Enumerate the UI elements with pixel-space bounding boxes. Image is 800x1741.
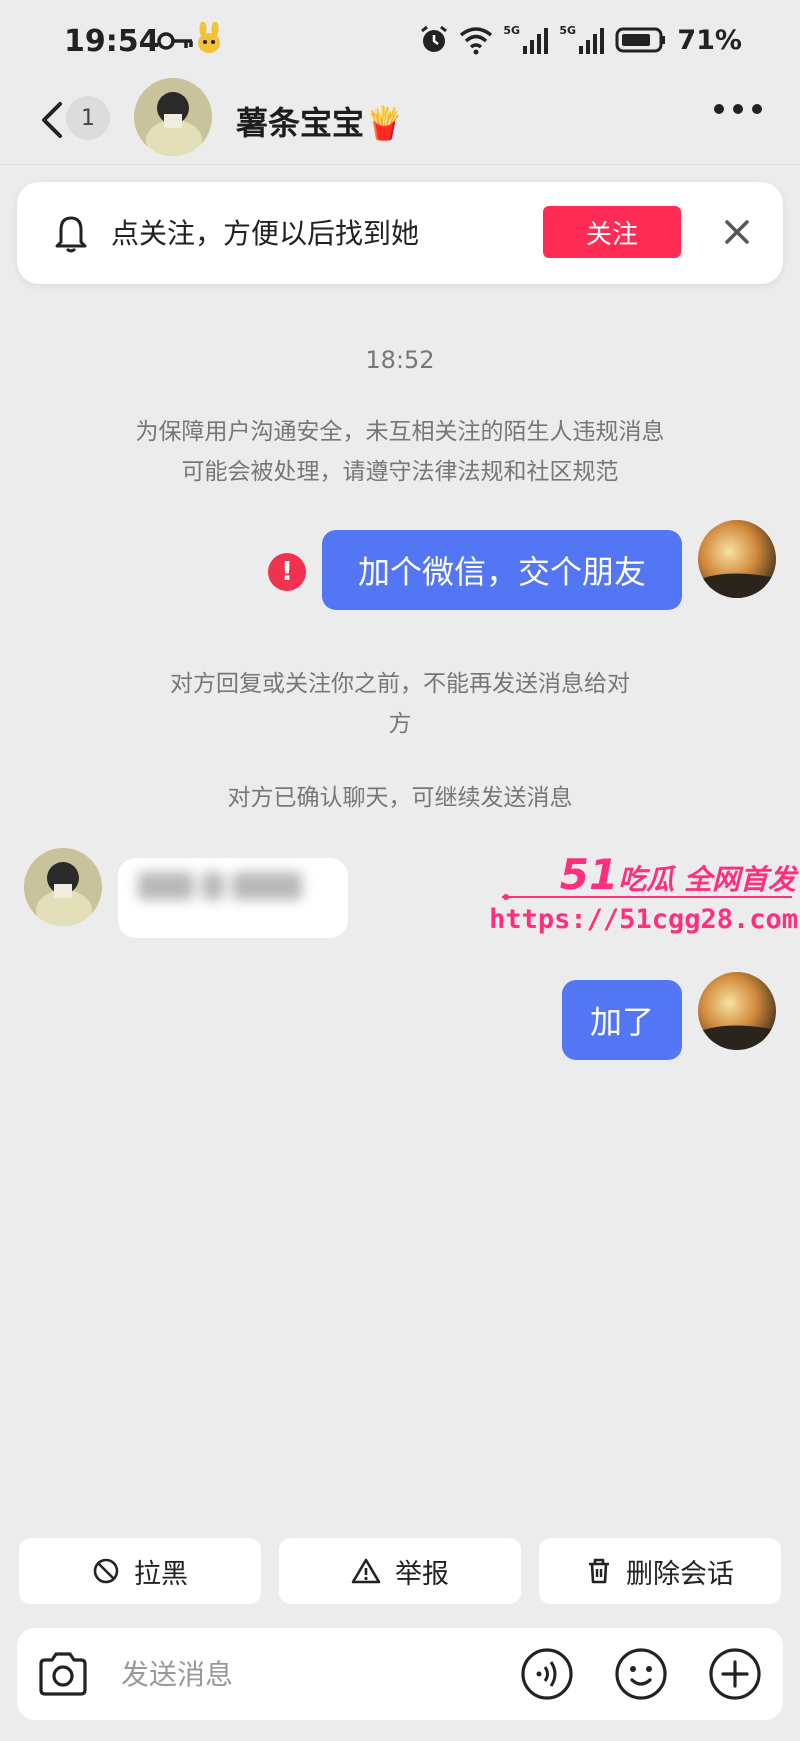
system-notice-2: 对方已确认聊天，可继续发送消息 bbox=[227, 785, 573, 811]
safety-notice-line-2: 可能会被处理，请遵守法律法规和社区规范 bbox=[181, 459, 619, 485]
contact-name[interactable]: 薯条宝宝🍟 bbox=[236, 98, 404, 144]
sent-message-bubble-2[interactable]: 加了 bbox=[562, 980, 682, 1060]
status-time: 19:54 bbox=[64, 24, 160, 59]
status-bar: 19:54 5G 5G 71% bbox=[0, 18, 800, 66]
report-button[interactable]: 举报 bbox=[279, 1538, 521, 1604]
alarm-icon bbox=[421, 25, 448, 52]
signal-icon-2: 5G bbox=[559, 24, 605, 56]
safety-notice-line-1: 为保障用户沟通安全，未互相关注的陌生人违规消息 bbox=[135, 419, 665, 445]
follow-prompt-text: 点关注，方便以后找到她 bbox=[111, 217, 420, 250]
block-icon bbox=[93, 1558, 119, 1584]
follow-banner: 点关注，方便以后找到她 关注 bbox=[17, 182, 783, 284]
send-failed-icon[interactable]: ! bbox=[268, 553, 306, 591]
sent-message-bubble[interactable]: 加个微信，交个朋友 bbox=[322, 530, 682, 610]
emoji-icon[interactable] bbox=[613, 1646, 669, 1702]
close-icon[interactable] bbox=[721, 216, 753, 248]
follow-button[interactable]: 关注 bbox=[543, 206, 681, 258]
plus-icon[interactable] bbox=[707, 1646, 763, 1702]
my-avatar-2[interactable] bbox=[698, 972, 776, 1050]
system-notice-1-line-1: 对方回复或关注你之前，不能再发送消息给对 bbox=[170, 671, 630, 697]
back-icon[interactable] bbox=[38, 100, 66, 140]
block-button[interactable]: 拉黑 bbox=[19, 1538, 261, 1604]
watermark: 51吃瓜 全网首发 https://51cgg28.com bbox=[489, 850, 800, 950]
system-notice-1-line-2: 方 bbox=[388, 711, 412, 737]
voice-icon[interactable] bbox=[519, 1646, 575, 1702]
more-options-icon[interactable] bbox=[714, 104, 762, 114]
watermark-title: 51吃瓜 全网首发 bbox=[559, 850, 796, 899]
contact-avatar[interactable] bbox=[134, 78, 212, 156]
watermark-url: https://51cgg28.com bbox=[489, 904, 798, 935]
camera-icon[interactable] bbox=[35, 1646, 91, 1702]
chat-header: 1 薯条宝宝🍟 bbox=[0, 78, 800, 162]
battery-icon bbox=[615, 27, 666, 53]
app-notification-icon bbox=[198, 22, 220, 53]
battery-percent: 71% bbox=[677, 24, 742, 56]
bell-icon bbox=[55, 216, 87, 253]
status-indicators: 5G 5G 71% bbox=[419, 24, 742, 56]
watermark-line bbox=[502, 894, 792, 900]
message-timestamp: 18:52 bbox=[365, 346, 435, 374]
warning-icon bbox=[351, 1558, 381, 1584]
delete-conversation-button[interactable]: 删除会话 bbox=[539, 1538, 781, 1604]
contact-message-avatar[interactable] bbox=[24, 848, 102, 926]
signal-icon-1: 5G bbox=[503, 24, 549, 56]
trash-icon bbox=[589, 1558, 609, 1584]
blurred-message-content bbox=[138, 872, 318, 908]
unread-count-badge[interactable]: 1 bbox=[66, 96, 110, 140]
my-avatar[interactable] bbox=[698, 520, 776, 598]
message-input[interactable] bbox=[121, 1650, 521, 1698]
header-divider bbox=[0, 164, 800, 165]
message-input-bar bbox=[17, 1628, 783, 1720]
key-icon bbox=[157, 32, 193, 50]
wifi-icon bbox=[460, 27, 493, 55]
